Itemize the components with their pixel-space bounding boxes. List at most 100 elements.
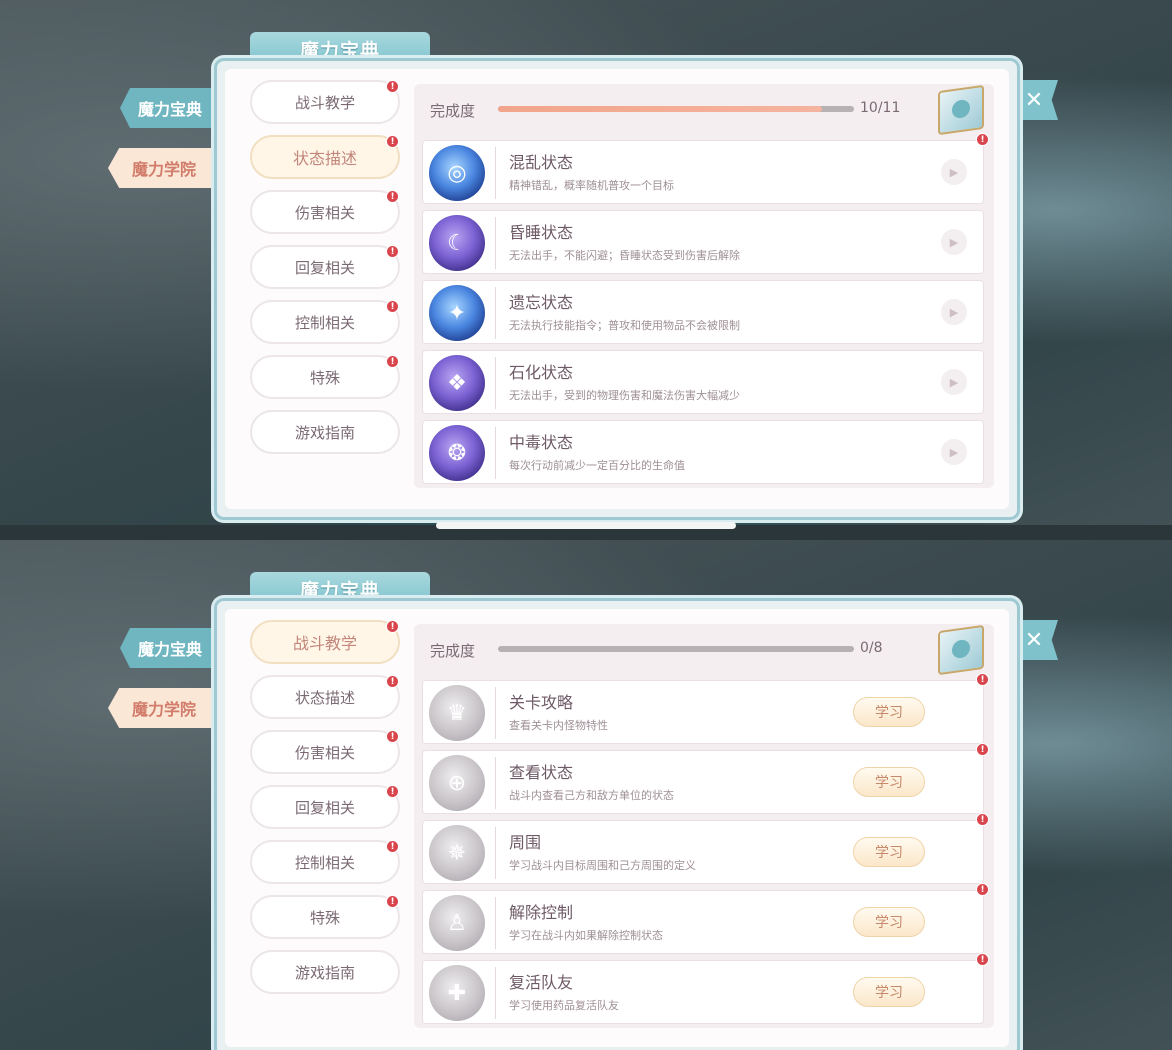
progress-count: 0/8 [860, 640, 883, 656]
item-name: 遗忘状态 [509, 293, 574, 312]
category-game-guide[interactable]: 游戏指南 [250, 950, 400, 994]
play-icon[interactable]: ▶ [941, 159, 967, 185]
row-divider [495, 287, 496, 339]
item-badge: ! [976, 743, 989, 756]
category-battle-tutorial[interactable]: 战斗教学 [250, 620, 400, 664]
category-recovery[interactable]: 回复相关 [250, 785, 400, 829]
home-indicator[interactable] [436, 522, 736, 529]
category-special[interactable]: 特殊 [250, 355, 400, 399]
item-name: 复活队友 [509, 973, 574, 992]
item-name: 查看状态 [509, 763, 574, 782]
item-desc: 无法出手，受到的物理伤害和魔法伤害大幅减少 [509, 389, 740, 402]
category-game-guide[interactable]: 游戏指南 [250, 410, 400, 454]
learn-button[interactable]: 学习 [853, 907, 925, 937]
item-desc: 查看关卡内怪物特性 [509, 719, 608, 732]
swirl-icon: ◎ [429, 145, 485, 201]
item-desc: 学习使用药品复活队友 [509, 999, 619, 1012]
item-name: 解除控制 [509, 903, 574, 922]
category-battle-tutorial[interactable]: 战斗教学 [250, 80, 400, 124]
category-badge: ! [386, 675, 399, 688]
content-area: 完成度 0/8 ♛ 关卡攻略 查看关卡内怪物特性 学习 ! ⊕ 查看状态 战斗内… [414, 624, 994, 1028]
category-badge: ! [386, 730, 399, 743]
screen-top: 魔力宝典 魔力宝典 魔力学院 ! ✕ 战斗教学 状态描述 伤害相关 回复相关 控… [0, 0, 1172, 525]
row-divider [495, 217, 496, 269]
item-desc: 无法执行技能指令；普攻和使用物品不会被限制 [509, 319, 740, 332]
play-icon[interactable]: ▶ [941, 439, 967, 465]
category-badge: ! [386, 135, 399, 148]
category-badge: ! [386, 785, 399, 798]
category-status-desc[interactable]: 状态描述 [250, 675, 400, 719]
category-badge: ! [386, 245, 399, 258]
item-desc: 学习战斗内目标周围和己方周围的定义 [509, 859, 696, 872]
play-icon[interactable]: ▶ [941, 299, 967, 325]
category-damage[interactable]: 伤害相关 [250, 730, 400, 774]
close-button[interactable]: ✕ [1016, 80, 1058, 120]
row-divider [495, 897, 496, 949]
forget-icon: ✦ [429, 285, 485, 341]
progress-count: 10/11 [860, 100, 901, 116]
side-tab-codex[interactable]: 魔力宝典 [120, 88, 220, 128]
list-item[interactable]: ✚ 复活队友 学习使用药品复活队友 学习 ! [422, 953, 989, 1024]
learn-button[interactable]: 学习 [853, 837, 925, 867]
category-damage[interactable]: 伤害相关 [250, 190, 400, 234]
book-icon [938, 84, 984, 136]
item-desc: 无法出手，不能闪避；昏睡状态受到伤害后解除 [509, 249, 740, 262]
item-badge: ! [976, 883, 989, 896]
category-special[interactable]: 特殊 [250, 895, 400, 939]
category-badge: ! [386, 840, 399, 853]
list-item[interactable]: ⊕ 查看状态 战斗内查看己方和敌方单位的状态 学习 ! [422, 743, 989, 814]
stone-icon: ❖ [429, 355, 485, 411]
learn-button[interactable]: 学习 [853, 977, 925, 1007]
item-name: 关卡攻略 [509, 693, 574, 712]
learn-button[interactable]: 学习 [853, 697, 925, 727]
row-divider [495, 147, 496, 199]
progress-bar [498, 106, 854, 112]
item-name: 昏睡状态 [509, 223, 574, 242]
list-item[interactable]: ♛ 关卡攻略 查看关卡内怪物特性 学习 ! [422, 673, 989, 744]
row-divider [495, 687, 496, 739]
category-control[interactable]: 控制相关 [250, 840, 400, 884]
list-item[interactable]: ❂ 中毒状态 每次行动前减少一定百分比的生命值 ▶ [422, 420, 984, 484]
category-control[interactable]: 控制相关 [250, 300, 400, 344]
item-badge: ! [976, 953, 989, 966]
list-item[interactable]: ◎ 混乱状态 精神错乱，概率随机普攻一个目标 ▶ ! [422, 133, 989, 204]
list-item[interactable]: ✦ 遗忘状态 无法执行技能指令；普攻和使用物品不会被限制 ▶ [422, 280, 984, 344]
list-item[interactable]: ✵ 周围 学习战斗内目标周围和己方周围的定义 学习 ! [422, 813, 989, 884]
progress-bar [498, 646, 854, 652]
item-name: 石化状态 [509, 363, 574, 382]
item-desc: 学习在战斗内如果解除控制状态 [509, 929, 663, 942]
play-icon[interactable]: ▶ [941, 229, 967, 255]
item-badge: ! [976, 673, 989, 686]
list-item[interactable]: ☾ 昏睡状态 无法出手，不能闪避；昏睡状态受到伤害后解除 ▶ [422, 210, 984, 274]
category-status-desc[interactable]: 状态描述 [250, 135, 400, 179]
category-recovery[interactable]: 回复相关 [250, 245, 400, 289]
star-icon: ✵ [429, 825, 485, 881]
side-tab-codex[interactable]: 魔力宝典 [120, 628, 220, 668]
row-divider [495, 967, 496, 1019]
category-badge: ! [386, 300, 399, 313]
side-tab-academy[interactable]: 魔力学院 [108, 148, 220, 188]
row-divider [495, 757, 496, 809]
release-icon: ♙ [429, 895, 485, 951]
item-badge: ! [976, 813, 989, 826]
row-divider [495, 827, 496, 879]
target-icon: ⊕ [429, 755, 485, 811]
mask-icon: ♛ [429, 685, 485, 741]
row-divider [495, 427, 496, 479]
item-desc: 每次行动前减少一定百分比的生命值 [509, 459, 685, 472]
progress-label: 完成度 [430, 642, 476, 660]
list-item[interactable]: ♙ 解除控制 学习在战斗内如果解除控制状态 学习 ! [422, 883, 989, 954]
revive-icon: ✚ [429, 965, 485, 1021]
side-tab-academy[interactable]: 魔力学院 [108, 688, 220, 728]
category-badge: ! [386, 895, 399, 908]
sleep-icon: ☾ [429, 215, 485, 271]
content-area: 完成度 10/11 ◎ 混乱状态 精神错乱，概率随机普攻一个目标 ▶ ! ☾ 昏… [414, 84, 994, 488]
close-button[interactable]: ✕ [1016, 620, 1058, 660]
play-icon[interactable]: ▶ [941, 369, 967, 395]
category-badge: ! [386, 620, 399, 633]
row-divider [495, 357, 496, 409]
list-item[interactable]: ❖ 石化状态 无法出手，受到的物理伤害和魔法伤害大幅减少 ▶ [422, 350, 984, 414]
progress-fill [498, 106, 822, 112]
learn-button[interactable]: 学习 [853, 767, 925, 797]
item-name: 混乱状态 [509, 153, 574, 172]
